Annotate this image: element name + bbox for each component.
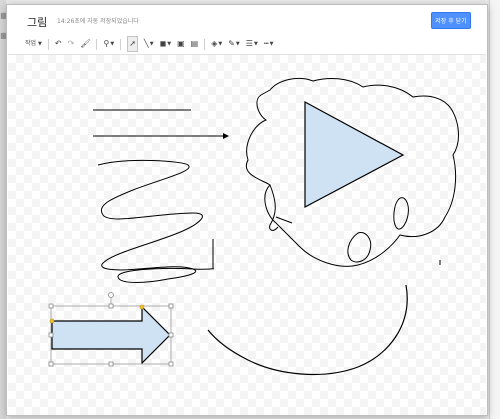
chevron-down-icon: ▼ [253, 41, 258, 47]
toolbar-divider [120, 38, 122, 50]
paint-format-icon[interactable]: 🖌 [80, 37, 90, 51]
freehand-arc-stroke[interactable] [207, 284, 408, 376]
select-icon[interactable]: ➚ [127, 36, 138, 52]
resize-handle[interactable] [48, 361, 54, 367]
fill-color-icon[interactable]: ◈ ▼ [211, 37, 222, 51]
chevron-down-icon: ▼ [110, 41, 115, 47]
resize-handle[interactable] [168, 303, 174, 309]
save-and-close-button[interactable]: 저장 후 닫기 [431, 12, 471, 29]
resize-handle[interactable] [48, 303, 54, 309]
shape-icon[interactable]: ◼ ▼ [160, 37, 172, 51]
line-color-icon[interactable]: ✎ ▼ [228, 37, 240, 51]
block-arrow-shape[interactable] [51, 305, 171, 365]
rotate-handle[interactable] [108, 292, 114, 298]
adjust-handle[interactable] [139, 304, 145, 310]
drawing-dialog: 그림 14:26초에 자동 저장되었습니다 저장 후 닫기 작업 ▼ ↶ ↷ 🖌… [6, 4, 488, 416]
chevron-down-icon: ▼ [218, 41, 223, 47]
zoom-icon[interactable]: ⚲ ▼ [103, 37, 114, 51]
chevron-down-icon: ▼ [167, 41, 172, 47]
resize-handle[interactable] [168, 361, 174, 367]
resize-handle[interactable] [48, 332, 54, 338]
undo-icon[interactable]: ↶ [55, 37, 62, 51]
dialog-title: 그림 [27, 16, 48, 29]
actions-menu[interactable]: 작업 ▼ [25, 37, 42, 51]
chevron-down-icon: ▼ [269, 41, 274, 47]
resize-handle[interactable] [108, 303, 114, 309]
line-dash-icon[interactable]: ┅ ▼ [264, 37, 274, 51]
autosave-status: 14:26초에 자동 저장되었습니다 [57, 18, 139, 25]
redo-icon[interactable]: ↷ [68, 37, 75, 51]
text-box-icon[interactable]: ▣ [177, 37, 185, 51]
freehand-zigzag-stroke[interactable] [97, 159, 214, 283]
drawing-svg [48, 77, 459, 376]
triangle-shape[interactable] [304, 100, 405, 208]
backdrop-scrollbar [489, 0, 500, 419]
adjust-handle[interactable] [49, 318, 55, 324]
resize-handle[interactable] [168, 332, 174, 338]
line-icon[interactable]: ╲ ▼ [144, 37, 154, 51]
toolbar-divider [96, 38, 98, 50]
drawing-canvas[interactable] [8, 54, 486, 415]
toolbar-divider [47, 38, 49, 50]
freehand-ellipse-stroke[interactable] [393, 197, 409, 230]
line-weight-icon[interactable]: ☰ ▼ [246, 37, 258, 51]
toolbar-divider [204, 38, 206, 50]
image-icon[interactable]: ▤ [191, 37, 199, 51]
actions-menu-label: 작업 [25, 40, 37, 47]
chevron-down-icon: ▼ [149, 41, 154, 47]
freehand-cross-stroke[interactable] [275, 216, 293, 224]
dialog-titlebar: 그림 14:26초에 자동 저장되었습니다 저장 후 닫기 [7, 5, 487, 35]
resize-handle[interactable] [108, 361, 114, 367]
freehand-ellipse-stroke[interactable] [347, 231, 372, 263]
chevron-down-icon: ▼ [235, 41, 240, 47]
drawing-toolbar: 작업 ▼ ↶ ↷ 🖌 ⚲ ▼ ➚ ╲ ▼ ◼ ▼ ▣ ▤ ◈ ▼ ✎ ▼ ☰ ▼ ┅ ▼ [7, 36, 487, 52]
chevron-down-icon: ▼ [38, 41, 42, 47]
